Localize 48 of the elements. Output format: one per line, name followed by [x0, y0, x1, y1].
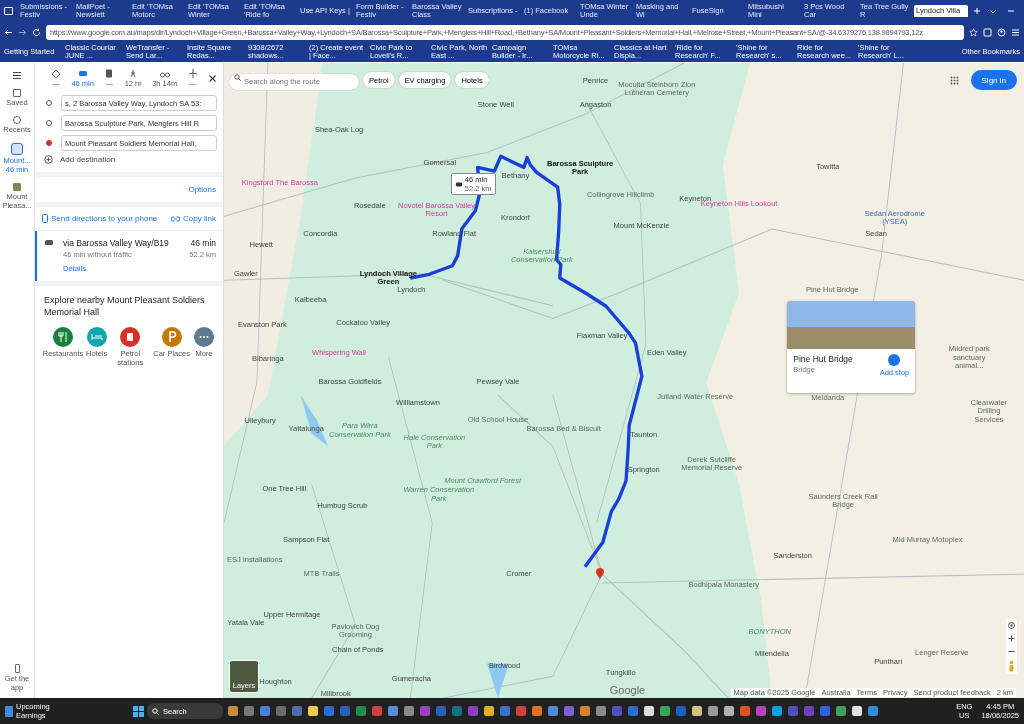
car-icon — [77, 69, 88, 78]
destination-pin-icon — [595, 568, 604, 579]
options-link[interactable]: Options — [188, 185, 216, 194]
app-icon[interactable] — [307, 706, 318, 716]
phone-icon — [42, 214, 48, 223]
star-icon[interactable] — [969, 27, 978, 37]
reload-icon[interactable] — [32, 27, 41, 37]
send-to-phone-link[interactable]: Send directions to your phone — [51, 214, 158, 223]
add-stop-icon — [888, 354, 901, 366]
car-icon — [44, 238, 54, 247]
app-icon[interactable] — [659, 706, 670, 716]
app-icon[interactable] — [227, 706, 238, 716]
stop-marker-icon — [46, 140, 52, 146]
new-tab-icon[interactable] — [973, 7, 981, 15]
zoom-in-icon[interactable] — [1007, 634, 1016, 643]
location-icon[interactable] — [1007, 621, 1016, 630]
tab-list-icon[interactable] — [4, 7, 13, 15]
close-icon[interactable] — [208, 74, 217, 83]
diamond-icon — [51, 69, 61, 78]
app-icon[interactable] — [531, 706, 542, 716]
back-icon[interactable] — [4, 27, 13, 37]
app-icon[interactable] — [851, 706, 862, 716]
app-icon[interactable] — [723, 706, 734, 716]
app-icon[interactable] — [835, 706, 846, 716]
forward-icon[interactable] — [18, 27, 27, 37]
add-destination-link[interactable]: Add destination — [60, 155, 116, 164]
menu-icon[interactable] — [1011, 27, 1020, 37]
caret-icon[interactable] — [989, 7, 997, 15]
minimize-icon[interactable] — [1007, 7, 1015, 15]
explore-heading: Explore nearby Mount Pleasant Soldiers Memorial Hall — [44, 294, 206, 319]
extension-icon[interactable] — [983, 27, 992, 37]
bus-icon — [104, 69, 115, 78]
app-icon[interactable] — [771, 706, 782, 716]
start-icon[interactable] — [133, 705, 144, 717]
add-icon[interactable] — [44, 155, 53, 164]
google-logo: Google — [609, 684, 646, 696]
app-icon[interactable] — [691, 706, 702, 716]
account-icon[interactable] — [997, 27, 1006, 37]
copy-link[interactable]: Copy link — [183, 214, 216, 223]
search-icon — [152, 707, 159, 715]
app-icon[interactable] — [579, 706, 590, 716]
car-icon — [454, 180, 463, 188]
link-icon — [171, 215, 181, 222]
menu-icon[interactable] — [12, 71, 22, 80]
app-icon[interactable] — [643, 706, 654, 716]
apps-icon[interactable] — [949, 75, 959, 85]
app-icon[interactable] — [483, 706, 494, 716]
app-icon[interactable] — [707, 706, 718, 716]
